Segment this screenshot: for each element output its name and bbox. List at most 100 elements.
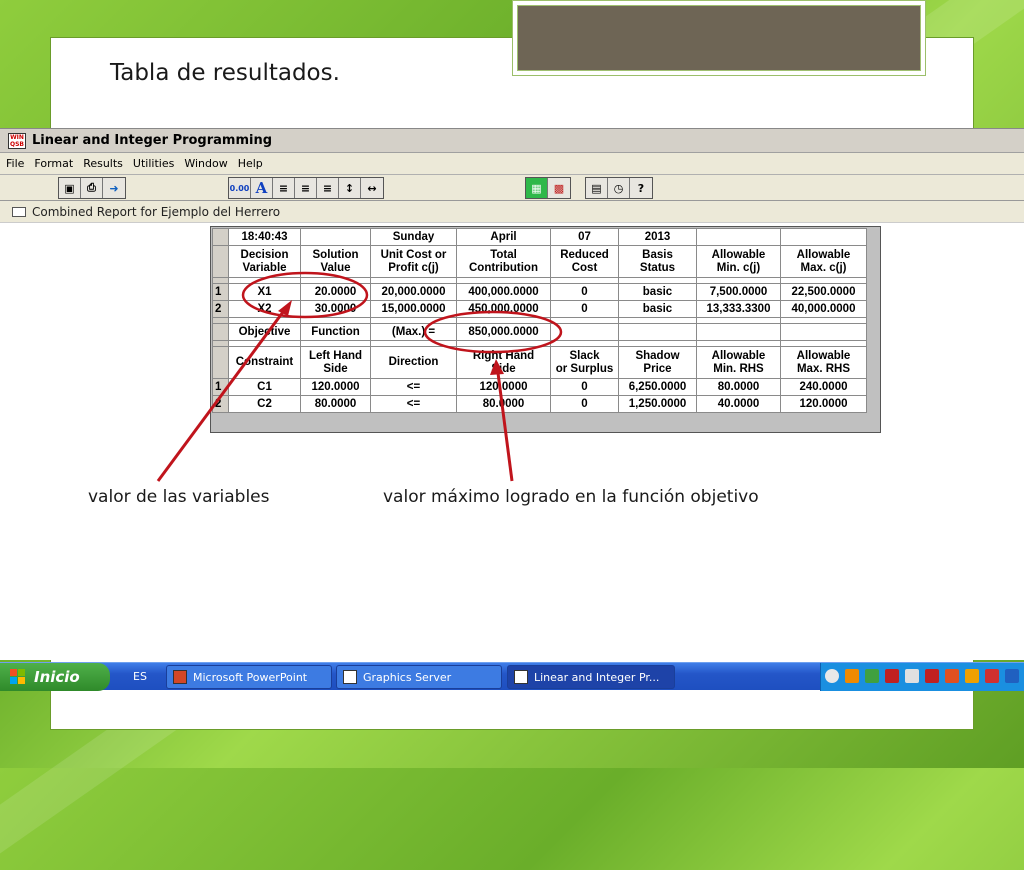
table-cell[interactable]: Solution Value [300, 245, 371, 278]
tray-alert-icon[interactable] [925, 669, 939, 683]
menu-utilities[interactable]: Utilities [133, 157, 174, 170]
menu-results[interactable]: Results [83, 157, 123, 170]
table-cell[interactable] [696, 323, 781, 341]
table-cell[interactable]: 1,250.0000 [618, 395, 697, 413]
table-cell[interactable]: X2 [228, 300, 301, 318]
table-cell[interactable] [618, 323, 697, 341]
table-cell[interactable]: 450,000.0000 [456, 300, 551, 318]
help-button[interactable]: ? [630, 178, 652, 198]
table-cell[interactable]: C2 [228, 395, 301, 413]
table-cell[interactable]: Constraint [228, 346, 301, 379]
table-cell[interactable]: <= [370, 378, 457, 396]
table-cell[interactable]: 0 [550, 300, 619, 318]
column-width-button[interactable]: ↔ [361, 178, 383, 198]
table-cell[interactable]: Slack or Surplus [550, 346, 619, 379]
table-cell[interactable]: 80.0000 [300, 395, 371, 413]
table-cell[interactable]: Sunday [370, 228, 457, 246]
align-right-button[interactable]: ≡ [317, 178, 339, 198]
language-indicator[interactable]: ES [133, 670, 147, 683]
tray-network-icon[interactable] [865, 669, 879, 683]
table-cell[interactable]: 40.0000 [696, 395, 781, 413]
calculator-button[interactable]: ▤ [586, 178, 608, 198]
tray-monitor-icon[interactable] [1005, 669, 1019, 683]
table-cell[interactable]: 850,000.0000 [456, 323, 551, 341]
table-cell[interactable]: C1 [228, 378, 301, 396]
table-cell[interactable]: April [456, 228, 551, 246]
report-window-titlebar[interactable]: Combined Report for Ejemplo del Herrero [0, 201, 1024, 223]
table-cell[interactable]: 0 [550, 378, 619, 396]
table-cell[interactable]: Reduced Cost [550, 245, 619, 278]
table-cell[interactable]: 20,000.0000 [370, 283, 457, 301]
taskbar-button-graphics-server[interactable]: Graphics Server [336, 665, 502, 689]
table-cell[interactable] [780, 228, 867, 246]
chart-view-button[interactable]: ▩ [548, 178, 570, 198]
tray-update-icon[interactable] [965, 669, 979, 683]
table-cell[interactable]: 400,000.0000 [456, 283, 551, 301]
tray-volume-icon[interactable] [905, 669, 919, 683]
table-cell[interactable]: Allowable Min. c(j) [696, 245, 781, 278]
tray-expand-icon[interactable] [825, 669, 839, 683]
table-cell[interactable]: 0 [550, 283, 619, 301]
tray-app-icon[interactable] [845, 669, 859, 683]
exit-button[interactable]: ➜ [103, 178, 125, 198]
table-cell[interactable]: Shadow Price [618, 346, 697, 379]
table-cell[interactable]: 240.0000 [780, 378, 867, 396]
table-cell[interactable] [780, 323, 867, 341]
table-cell[interactable]: Allowable Max. c(j) [780, 245, 867, 278]
menu-format[interactable]: Format [34, 157, 73, 170]
table-cell[interactable]: Function [300, 323, 371, 341]
table-cell[interactable]: Allowable Max. RHS [780, 346, 867, 379]
menu-file[interactable]: File [6, 157, 24, 170]
align-left-button[interactable]: ≡ [273, 178, 295, 198]
number-format-button[interactable]: 0.00 [229, 178, 251, 198]
table-cell[interactable] [696, 228, 781, 246]
tray-antivirus-icon[interactable] [985, 669, 999, 683]
table-cell[interactable]: 120.0000 [780, 395, 867, 413]
table-cell[interactable]: basic [618, 300, 697, 318]
table-cell[interactable]: Left Hand Side [300, 346, 371, 379]
table-cell[interactable]: 80.0000 [456, 395, 551, 413]
table-cell[interactable]: Allowable Min. RHS [696, 346, 781, 379]
table-cell[interactable]: 20.0000 [300, 283, 371, 301]
table-cell[interactable]: 30.0000 [300, 300, 371, 318]
grid-view-button[interactable]: ▦ [526, 178, 548, 198]
tray-pdf-icon[interactable] [885, 669, 899, 683]
table-cell[interactable]: 13,333.3300 [696, 300, 781, 318]
font-button[interactable]: A [251, 178, 273, 198]
table-cell[interactable]: 120.0000 [456, 378, 551, 396]
table-cell[interactable]: basic [618, 283, 697, 301]
table-cell[interactable]: Decision Variable [228, 245, 301, 278]
table-cell[interactable]: Objective [228, 323, 301, 341]
table-cell[interactable]: Unit Cost or Profit c(j) [370, 245, 457, 278]
table-cell[interactable]: 120.0000 [300, 378, 371, 396]
save-button[interactable]: ▣ [59, 178, 81, 198]
taskbar-button-linear-integer[interactable]: Linear and Integer Pr... [507, 665, 675, 689]
row-height-button[interactable]: ↕ [339, 178, 361, 198]
table-cell[interactable]: Direction [370, 346, 457, 379]
table-cell[interactable]: 6,250.0000 [618, 378, 697, 396]
table-cell[interactable] [550, 323, 619, 341]
table-cell[interactable]: <= [370, 395, 457, 413]
tray-security-icon[interactable] [945, 669, 959, 683]
table-cell[interactable]: Basis Status [618, 245, 697, 278]
table-cell[interactable]: 7,500.0000 [696, 283, 781, 301]
window-titlebar[interactable]: WIN QSB Linear and Integer Programming [0, 129, 1024, 153]
taskbar-button-powerpoint[interactable]: Microsoft PowerPoint [166, 665, 332, 689]
table-cell[interactable] [300, 228, 371, 246]
menu-help[interactable]: Help [238, 157, 263, 170]
table-cell[interactable]: 2013 [618, 228, 697, 246]
table-cell[interactable]: Total Contribution [456, 245, 551, 278]
clock-button[interactable]: ◷ [608, 178, 630, 198]
table-cell[interactable]: 0 [550, 395, 619, 413]
align-center-button[interactable]: ≡ [295, 178, 317, 198]
table-cell[interactable]: 07 [550, 228, 619, 246]
print-button[interactable]: ⎙ [81, 178, 103, 198]
table-cell[interactable]: 18:40:43 [228, 228, 301, 246]
table-cell[interactable]: 22,500.0000 [780, 283, 867, 301]
table-cell[interactable]: (Max.) = [370, 323, 457, 341]
table-cell[interactable]: 80.0000 [696, 378, 781, 396]
start-button[interactable]: Inicio [0, 663, 110, 691]
menu-window[interactable]: Window [184, 157, 227, 170]
table-cell[interactable]: X1 [228, 283, 301, 301]
table-cell[interactable]: 40,000.0000 [780, 300, 867, 318]
